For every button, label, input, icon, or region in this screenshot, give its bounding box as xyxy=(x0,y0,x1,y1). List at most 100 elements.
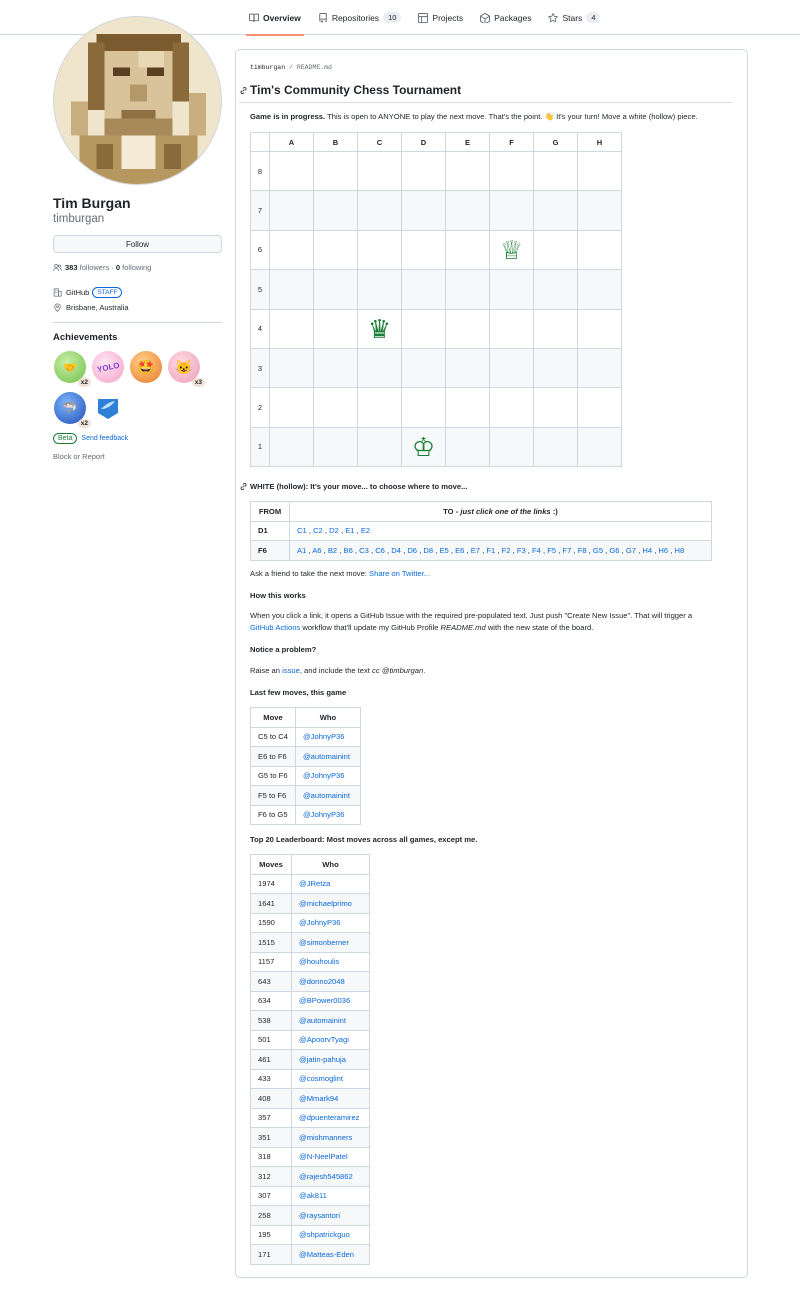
move-cell: E6 to F6 xyxy=(250,746,296,767)
move-link[interactable]: H8 xyxy=(674,546,684,555)
table-icon xyxy=(418,12,429,23)
move-link[interactable]: C6 xyxy=(375,546,385,555)
board-square xyxy=(313,387,358,428)
user-link[interactable]: @BPower0036 xyxy=(299,996,350,1005)
user-link[interactable]: @automainint xyxy=(303,791,350,800)
achievement-badge-pair-extraordinaire[interactable]: 🤝 x2 xyxy=(54,351,91,387)
user-link[interactable]: @JohnyP36 xyxy=(303,771,344,780)
move-link[interactable]: D8 xyxy=(423,546,433,555)
board-square xyxy=(357,387,402,428)
rank-label: 2 xyxy=(250,387,270,428)
user-link[interactable]: @ApoorvTyagi xyxy=(299,1035,349,1044)
follow-button[interactable]: Follow xyxy=(53,235,222,253)
move-link[interactable]: F5 xyxy=(547,546,556,555)
achievement-badge-galaxy-brain[interactable]: 😺 x3 xyxy=(168,351,205,387)
moves-count-cell: 318 xyxy=(250,1146,292,1167)
crumb-user[interactable]: timburgan xyxy=(250,64,285,71)
achievement-badge-yolo[interactable]: YOLO xyxy=(92,351,124,383)
move-link[interactable]: C3 xyxy=(359,546,369,555)
send-feedback-link[interactable]: Send feedback xyxy=(81,435,128,442)
user-link[interactable]: @donno2048 xyxy=(299,977,345,986)
user-link[interactable]: @dpuenteramirez xyxy=(299,1113,359,1122)
to-header-em: just click one of the links xyxy=(460,506,551,516)
user-link[interactable]: @jatin-pahuja xyxy=(299,1055,346,1064)
how-text-1: When you click a link, it opens a GitHub… xyxy=(250,611,693,620)
tab-packages[interactable]: Packages xyxy=(473,0,538,35)
user-link[interactable]: @houhoulis xyxy=(299,957,339,966)
move-link[interactable]: G6 xyxy=(609,546,619,555)
user-link[interactable]: @ak811 xyxy=(299,1191,327,1200)
user-link[interactable]: @michaelprimo xyxy=(299,899,352,908)
board-square xyxy=(489,269,534,310)
who-cell: @N-NeelPatel xyxy=(291,1146,370,1167)
user-link[interactable]: @cosmoglint xyxy=(299,1074,343,1083)
last-moves-body: C5 to C4 @JohnyP36 E6 to F6 @automainint G5 … xyxy=(250,726,361,825)
tab-repositories[interactable]: Repositories 10 xyxy=(311,0,409,35)
move-link[interactable]: D6 xyxy=(407,546,417,555)
move-link[interactable]: B2 xyxy=(328,546,337,555)
move-link[interactable]: H6 xyxy=(658,546,668,555)
tab-overview[interactable]: Overview xyxy=(242,0,308,36)
moves-row: D1 C1 , C2 , D2 , E1 , E2 xyxy=(250,520,712,541)
user-link[interactable]: @automainint xyxy=(299,1016,346,1025)
board-file-header: ABCDEFGH xyxy=(250,132,622,152)
user-link[interactable]: @shpatrickguo xyxy=(299,1230,350,1239)
user-link[interactable]: @Matteas-Eden xyxy=(299,1250,354,1259)
move-link[interactable]: G5 xyxy=(593,546,603,555)
move-link[interactable]: H4 xyxy=(642,546,652,555)
move-link[interactable]: A6 xyxy=(312,546,321,555)
followers-count[interactable]: 383 xyxy=(65,263,78,272)
share-twitter-link[interactable]: Share on Twitter... xyxy=(369,569,430,578)
achievement-badge-starstruck[interactable]: 🤩 xyxy=(130,351,162,383)
user-link[interactable]: @Mmark94 xyxy=(299,1094,338,1103)
block-or-report-link[interactable]: Block or Report xyxy=(53,452,222,461)
move-link[interactable]: A1 xyxy=(297,546,306,555)
move-link[interactable]: F7 xyxy=(562,546,571,555)
user-link[interactable]: @JohnyP36 xyxy=(299,918,340,927)
followers-label[interactable]: followers xyxy=(80,263,110,272)
following-count[interactable]: 0 xyxy=(116,263,120,272)
move-link[interactable]: E6 xyxy=(455,546,464,555)
achievement-badge-pull-shark[interactable]: 🦈 x2 xyxy=(54,392,91,428)
user-link[interactable]: @rajesh545862 xyxy=(299,1172,353,1181)
move-link[interactable]: D2 xyxy=(329,526,339,535)
move-link[interactable]: E1 xyxy=(345,526,354,535)
user-link[interactable]: @JohnyP36 xyxy=(303,810,344,819)
problem-text-1: Raise an xyxy=(250,666,283,675)
user-link[interactable]: @automainint xyxy=(303,752,350,761)
move-link[interactable]: F2 xyxy=(502,546,511,555)
move-link[interactable]: F1 xyxy=(486,546,495,555)
following-label[interactable]: following xyxy=(122,263,151,272)
issue-link[interactable]: issue xyxy=(282,666,300,675)
link-icon[interactable] xyxy=(239,482,248,491)
who-cell: @BPower0036 xyxy=(291,990,370,1011)
board-square xyxy=(401,269,446,310)
who-cell: @Mmark94 xyxy=(291,1088,370,1109)
move-link[interactable]: D4 xyxy=(391,546,401,555)
org-name[interactable]: GitHub xyxy=(66,288,89,297)
move-link[interactable]: F4 xyxy=(532,546,541,555)
move-link[interactable]: G7 xyxy=(626,546,636,555)
user-link[interactable]: @JohnyP36 xyxy=(303,732,344,741)
github-actions-link[interactable]: GitHub Actions xyxy=(250,623,300,632)
leaderboard-row: 307 @ak811 xyxy=(250,1185,370,1206)
sidebar-divider xyxy=(53,322,222,323)
user-link[interactable]: @raysantori xyxy=(299,1211,340,1220)
user-link[interactable]: @simonberner xyxy=(299,938,349,947)
avatar[interactable] xyxy=(53,16,222,185)
move-link[interactable]: F8 xyxy=(578,546,587,555)
move-link[interactable]: C2 xyxy=(313,526,323,535)
move-link[interactable]: F3 xyxy=(517,546,526,555)
user-link[interactable]: @N-NeelPatel xyxy=(299,1152,348,1161)
link-icon[interactable] xyxy=(239,86,248,95)
tab-stars[interactable]: Stars 4 xyxy=(541,0,607,35)
move-link[interactable]: C1 xyxy=(297,526,307,535)
achievement-badge-arctic-code-vault[interactable] xyxy=(92,392,124,424)
move-link[interactable]: E2 xyxy=(361,526,370,535)
move-link[interactable]: B6 xyxy=(344,546,353,555)
move-link[interactable]: E7 xyxy=(471,546,480,555)
tab-projects[interactable]: Projects xyxy=(411,0,470,35)
user-link[interactable]: @JRetza xyxy=(299,879,330,888)
move-link[interactable]: E5 xyxy=(439,546,448,555)
user-link[interactable]: @mishmanners xyxy=(299,1133,352,1142)
